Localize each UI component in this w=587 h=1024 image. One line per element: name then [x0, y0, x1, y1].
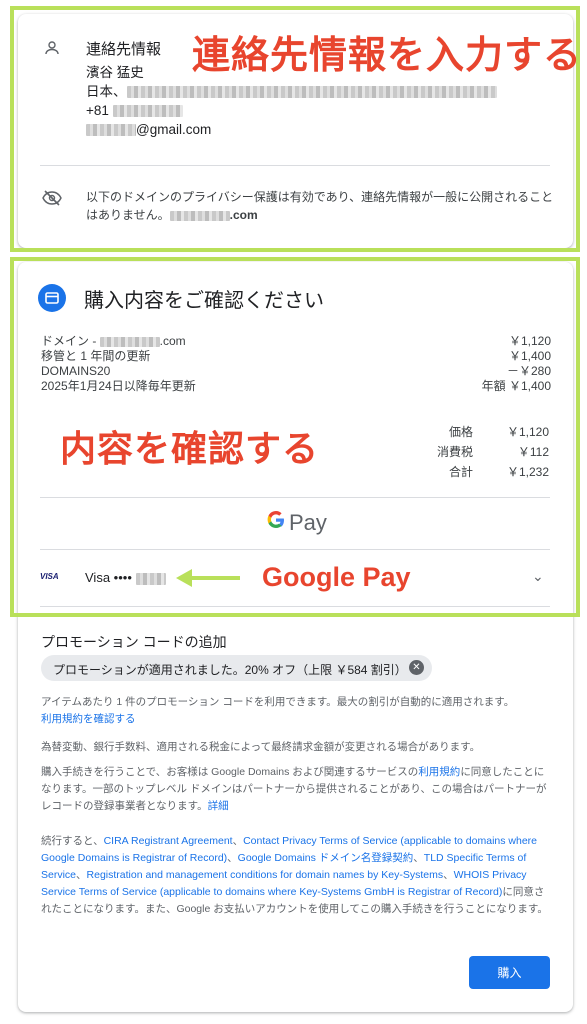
order-totals: 価格 ￥1,120 消費税 ￥112 合計 ￥1,232 [433, 422, 549, 482]
line-items: ドメイン - .com ￥1,120 移管と 1 年間の更新 ￥1,400 DOM… [41, 334, 551, 394]
card-label: Visa •••• [85, 570, 132, 585]
total-row: 価格 ￥1,120 [448, 425, 549, 439]
contact-email: @gmail.com [86, 120, 497, 139]
order-annotation: 内容を確認する [60, 428, 320, 469]
legal-links-text: 続行すると、CIRA Registrant Agreement、Contact … [41, 835, 548, 915]
gpay-label: Pay [289, 510, 327, 535]
terms-of-service-link[interactable]: 利用規約 [418, 766, 460, 778]
contact-annotation: 連絡先情報を入力する [192, 35, 583, 77]
visibility-off-icon [42, 190, 62, 211]
legal-link[interactable]: CIRA Registrant Agreement [104, 835, 233, 847]
currency-note: 為替変動、銀行手数料、適用される税金によって最終請求金額が変更される場合がありま… [41, 741, 481, 753]
buy-button[interactable]: 購入 [469, 956, 550, 989]
visa-logo-icon: VISA [40, 572, 59, 581]
line-item: 移管と 1 年間の更新 ￥1,400 [41, 349, 551, 363]
line-item: 2025年1月24日以降毎年更新 年額 ￥1,400 [41, 379, 551, 393]
promo-title: プロモーション コードの追加 [41, 634, 227, 650]
promo-note: アイテムあたり 1 件のプロモーション コードを利用できます。最大の割引が自動的… [41, 696, 515, 725]
legal-link[interactable]: Registration and management conditions f… [87, 869, 444, 881]
contact-address: 日本、 [86, 82, 497, 101]
google-g-icon [266, 510, 286, 536]
divider [40, 549, 550, 550]
total-row: 合計 ￥1,232 [448, 465, 549, 479]
line-item: ドメイン - .com ￥1,120 [41, 334, 551, 348]
legal-link[interactable]: Google Domains ドメイン名登録契約 [238, 852, 414, 864]
credit-card-icon [38, 284, 66, 312]
agreement-text: 購入手続きを行うことで、お客様は Google Domains および関連するサ… [41, 766, 547, 812]
line-item: DOMAINS20 －￥280 [41, 364, 551, 378]
privacy-notice: 以下のドメインのプライバシー保護は有効であり、連絡先情報が一般に公開されることは… [86, 190, 554, 222]
google-pay-logo: Pay [266, 510, 327, 536]
gpay-annotation: Google Pay [262, 562, 411, 592]
divider [40, 606, 550, 607]
chevron-down-icon[interactable]: ⌄ [532, 568, 544, 585]
person-icon [44, 40, 60, 61]
close-icon[interactable]: ✕ [409, 660, 424, 675]
contact-phone: +81 [86, 101, 497, 120]
promo-chip: プロモーションが適用されました。20% オフ（上限 ￥584 割引） ✕ [41, 655, 432, 681]
order-title: 購入内容をご確認ください [84, 290, 324, 312]
total-row: 消費税 ￥112 [436, 445, 549, 459]
divider [40, 497, 550, 498]
terms-link[interactable]: 利用規約を確認する [41, 713, 136, 725]
arrow-left-icon [176, 569, 240, 587]
divider [40, 165, 550, 166]
details-link[interactable]: 詳細 [208, 800, 229, 812]
